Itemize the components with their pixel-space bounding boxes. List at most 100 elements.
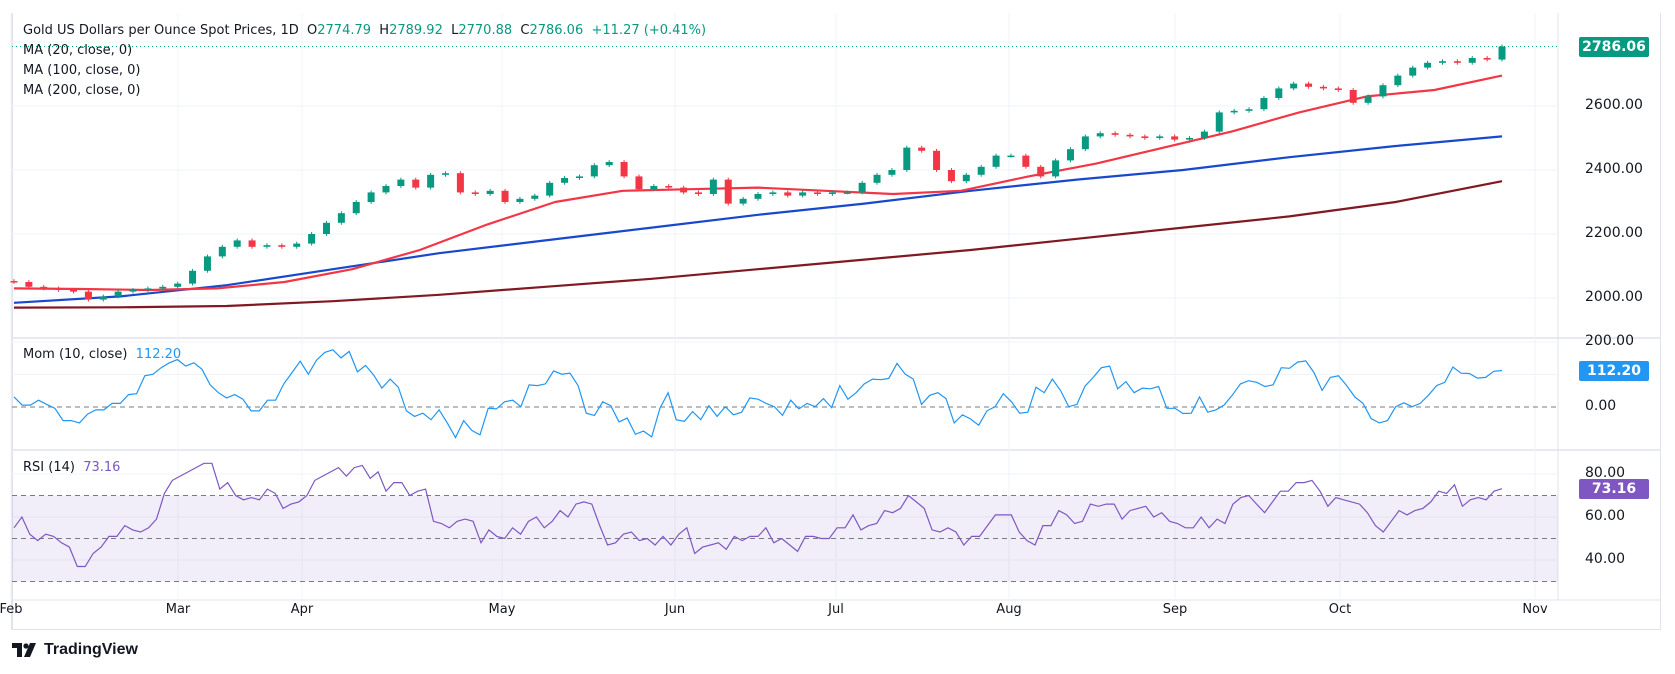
candle-body — [293, 243, 301, 247]
candle-body — [739, 198, 747, 204]
candle-body — [1066, 149, 1074, 161]
mom-value: 112.20 — [135, 347, 182, 362]
candle-body — [456, 173, 464, 193]
ma200-legend[interactable]: MA (200, close, 0) — [23, 83, 140, 99]
candle-body — [724, 179, 732, 204]
symbol-legend[interactable]: Gold US Dollars per Ounce Spot Prices, 1… — [23, 23, 706, 39]
candle-body — [1096, 133, 1104, 137]
candle-body — [933, 150, 941, 170]
candle-body — [650, 186, 658, 190]
ma20-legend[interactable]: MA (20, close, 0) — [23, 43, 132, 59]
candle-body — [174, 283, 182, 287]
candle-body — [1438, 61, 1446, 63]
candle-body — [709, 179, 717, 194]
candle-body — [1260, 98, 1268, 110]
chart-canvas[interactable] — [0, 0, 1675, 674]
candle-body — [352, 202, 360, 214]
candle-body — [620, 162, 628, 177]
candle-body — [55, 288, 63, 290]
candle-body — [1141, 136, 1149, 138]
candle-body — [278, 245, 286, 247]
last-price-badge: 2786.06 — [1579, 37, 1649, 57]
time-axis-label: Jun — [664, 602, 686, 617]
candle-body — [203, 256, 211, 271]
time-axis-label: Aug — [996, 602, 1022, 617]
mom-badge: 112.20 — [1579, 361, 1649, 381]
candle-body — [828, 192, 836, 194]
candle-body — [575, 176, 583, 178]
time-axis-label: Mar — [165, 602, 191, 617]
mom-legend[interactable]: Mom (10, close) 112.20 — [23, 347, 181, 363]
candle-body — [1022, 155, 1030, 167]
candle-body — [99, 296, 107, 300]
candle-body — [263, 245, 271, 247]
open-value: 2774.79 — [317, 23, 372, 38]
candle-body — [189, 270, 197, 284]
candle-body — [442, 173, 450, 175]
candle-body — [1081, 136, 1089, 150]
time-axis-label: May — [488, 602, 516, 617]
rsi-tick: 40.00 — [1585, 551, 1626, 567]
candle-body — [144, 288, 152, 290]
candle-body — [873, 174, 881, 183]
candle-body — [397, 179, 405, 186]
rsi-value: 73.16 — [83, 460, 121, 475]
ma20-line — [13, 74, 1503, 292]
tradingview-logo[interactable]: TradingView — [12, 641, 138, 659]
candle-body — [1245, 109, 1253, 111]
candle-body — [40, 286, 48, 289]
candle-body — [218, 246, 226, 257]
candle-body — [1498, 46, 1506, 60]
momentum-line — [13, 349, 1503, 439]
candle-body — [1275, 88, 1283, 98]
candle-body — [1379, 85, 1387, 97]
price-tick: 2600.00 — [1585, 97, 1643, 113]
candle-body — [1305, 83, 1313, 87]
candle-body — [1319, 86, 1327, 89]
mom-tick: 0.00 — [1585, 398, 1617, 414]
candle-body — [814, 192, 822, 194]
candle-body — [159, 286, 167, 289]
price-tick: 2400.00 — [1585, 161, 1643, 177]
candle-body — [1483, 58, 1491, 60]
candle-body — [25, 282, 33, 287]
candle-body — [427, 174, 435, 188]
candle-body — [694, 192, 702, 194]
symbol-title: Gold US Dollars per Ounce Spot Prices, 1… — [23, 23, 299, 38]
open-label: O — [307, 23, 318, 38]
candle-body — [903, 147, 911, 170]
candle-body — [308, 234, 316, 244]
rsi-label: RSI (14) — [23, 460, 75, 475]
candle-body — [382, 186, 390, 193]
candle-body — [322, 222, 330, 234]
candle-body — [1364, 96, 1372, 103]
time-axis-label: Nov — [1522, 602, 1548, 617]
candle-body — [114, 291, 122, 297]
time-axis-label: Oct — [1328, 602, 1352, 617]
candle-body — [799, 192, 807, 196]
candle-body — [1186, 138, 1194, 140]
high-value: 2789.92 — [389, 23, 443, 38]
candle-body — [1171, 136, 1179, 140]
mom-label: Mom (10, close) — [23, 347, 128, 362]
candle-body — [680, 187, 688, 193]
candle-body — [1394, 75, 1402, 86]
time-axis-label: Sep — [1162, 602, 1188, 617]
candle-body — [769, 192, 777, 194]
close-value: 2786.06 — [529, 23, 584, 38]
candle-body — [1111, 133, 1119, 135]
rsi-badge: 73.16 — [1579, 479, 1649, 499]
candle-body — [1349, 90, 1357, 103]
candle-body — [590, 165, 598, 177]
candle-body — [1468, 58, 1476, 63]
price-tick: 2000.00 — [1585, 289, 1643, 305]
candle-body — [977, 166, 985, 175]
candle-body — [1126, 134, 1134, 137]
time-axis-label: Feb — [0, 602, 23, 617]
candle-body — [1200, 131, 1208, 138]
price-tick: 2200.00 — [1585, 225, 1643, 241]
rsi-legend[interactable]: RSI (14) 73.16 — [23, 460, 120, 476]
ma100-legend[interactable]: MA (100, close, 0) — [23, 63, 140, 79]
candle-body — [635, 176, 643, 190]
candle-body — [1424, 62, 1432, 68]
